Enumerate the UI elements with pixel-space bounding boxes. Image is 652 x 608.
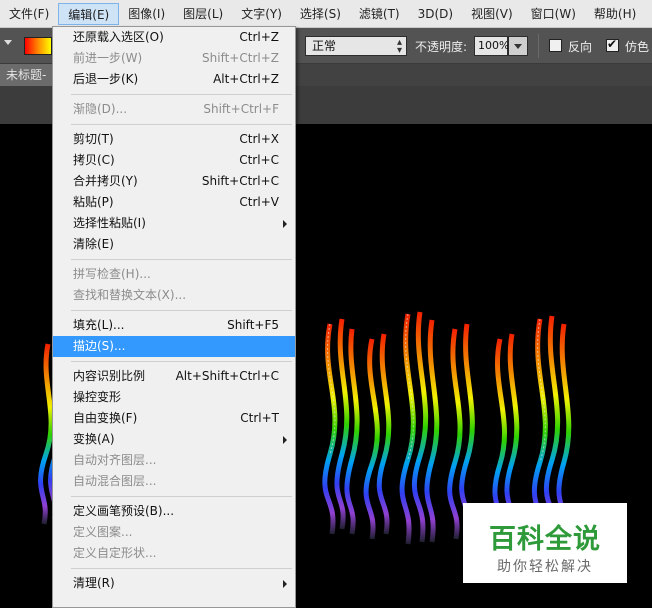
- menu-item-label: 操控变形: [73, 390, 122, 404]
- menubar-item[interactable]: 选择(S): [291, 3, 350, 25]
- menu-item[interactable]: 剪切(T) Ctrl+X: [53, 129, 295, 150]
- menu-item-label: 剪切(T): [73, 132, 114, 146]
- menubar-item[interactable]: 文件(F): [0, 3, 58, 25]
- watermark: 百科全说 助你轻松解决: [463, 503, 627, 583]
- menu-divider: [53, 255, 295, 264]
- menu-item[interactable]: 操控变形: [53, 387, 295, 408]
- edit-menu-dropdown: 还原载入选区(O) Ctrl+Z 前进一步(W) Shift+Ctrl+Z 后退一步(K…: [52, 26, 296, 608]
- opacity-input[interactable]: 100%: [474, 36, 509, 56]
- submenu-arrow-icon: [283, 580, 287, 588]
- menu-divider: [53, 120, 295, 129]
- menu-item[interactable]: 拷贝(C) Ctrl+C: [53, 150, 295, 171]
- menu-item[interactable]: 变换(A): [53, 429, 295, 450]
- menu-item-shortcut: Ctrl+C: [239, 153, 279, 167]
- menubar-item[interactable]: 图像(I): [119, 3, 174, 25]
- menu-item-label: 清除(E): [73, 237, 114, 251]
- menu-item-label: 粘贴(P): [73, 195, 114, 209]
- menu-divider: [53, 306, 295, 315]
- menubar-item[interactable]: 滤镜(T): [350, 3, 409, 25]
- menu-item-shortcut: Ctrl+T: [240, 411, 279, 425]
- menu-item-label: 定义画笔预设(B)...: [73, 504, 175, 518]
- menubar-item[interactable]: 图层(L): [174, 3, 232, 25]
- updown-icon: ▴ ▾: [396, 37, 402, 56]
- menu-item-label: 拷贝(C): [73, 153, 115, 167]
- menu-item-label: 定义图案...: [73, 525, 133, 539]
- menu-item: 自动混合图层...: [53, 471, 295, 492]
- menu-item-shortcut: Shift+Ctrl+C: [201, 174, 279, 188]
- menu-item-shortcut: Alt+Shift+Ctrl+C: [175, 369, 279, 383]
- menubar-item[interactable]: 窗口(W): [522, 3, 585, 25]
- menu-item: 拼写检查(H)...: [53, 264, 295, 285]
- menu-bar: 文件(F) 编辑(E) 图像(I) 图层(L) 文字(Y) 选择(S) 滤镜(T) 3D(D)…: [0, 0, 652, 28]
- menu-item[interactable]: 清理(R): [53, 573, 295, 594]
- menu-item[interactable]: 粘贴(P) Ctrl+V: [53, 192, 295, 213]
- menu-item-label: 自动混合图层...: [73, 474, 157, 488]
- submenu-arrow-icon: [283, 436, 287, 444]
- menu-item[interactable]: 定义画笔预设(B)...: [53, 501, 295, 522]
- menu-divider: [53, 564, 295, 573]
- menu-item: 前进一步(W) Shift+Ctrl+Z: [53, 48, 295, 69]
- menu-item-label: 描边(S)...: [73, 339, 126, 353]
- reverse-label: 反向: [568, 40, 593, 54]
- menu-item-shortcut: Alt+Ctrl+Z: [213, 72, 279, 86]
- dither-label: 仿色: [625, 40, 650, 54]
- menu-item[interactable]: 填充(L)... Shift+F5: [53, 315, 295, 336]
- menu-item[interactable]: 后退一步(K) Alt+Ctrl+Z: [53, 69, 295, 90]
- menu-item-label: 变换(A): [73, 432, 115, 446]
- menu-item-label: 填充(L)...: [73, 318, 125, 332]
- menubar-item[interactable]: 帮助(H): [585, 3, 645, 25]
- menu-item[interactable]: 内容识别比例 Alt+Shift+Ctrl+C: [53, 366, 295, 387]
- watermark-subtitle: 助你轻松解决: [497, 559, 593, 575]
- menu-item[interactable]: 描边(S)...: [53, 336, 295, 357]
- menu-item-label: 清理(R): [73, 576, 115, 590]
- menu-item-shortcut: Shift+F5: [227, 318, 279, 332]
- menu-item-label: 还原载入选区(O): [73, 30, 164, 44]
- opacity-dropdown-button[interactable]: [508, 36, 528, 56]
- menu-item-shortcut: Ctrl+Z: [239, 30, 279, 44]
- menu-divider: [53, 492, 295, 501]
- menu-divider: [53, 90, 295, 99]
- menubar-item[interactable]: 视图(V): [462, 3, 522, 25]
- opacity-label: 不透明度:: [415, 40, 468, 54]
- submenu-arrow-icon: [283, 220, 287, 228]
- menu-item[interactable]: 选择性粘贴(I): [53, 213, 295, 234]
- menu-item-shortcut: Ctrl+V: [239, 195, 279, 209]
- dither-checkbox[interactable]: [606, 37, 619, 52]
- blend-mode-select[interactable]: 正常 ▴ ▾: [305, 36, 407, 56]
- menu-item: 查找和替换文本(X)...: [53, 285, 295, 306]
- divider: [538, 34, 539, 58]
- menu-item: 自动对齐图层...: [53, 450, 295, 471]
- blend-mode-value: 正常: [312, 39, 337, 53]
- document-tab[interactable]: 未标题-: [0, 64, 55, 86]
- menu-item-label: 前进一步(W): [73, 51, 143, 65]
- gradient-swatch[interactable]: [24, 37, 52, 55]
- menu-item-label: 内容识别比例: [73, 369, 146, 383]
- menu-item[interactable]: 还原载入选区(O) Ctrl+Z: [53, 27, 295, 48]
- menu-item-label: 自由变换(F): [73, 411, 138, 425]
- menu-item-label: 选择性粘贴(I): [73, 216, 146, 230]
- menu-item[interactable]: 合并拷贝(Y) Shift+Ctrl+C: [53, 171, 295, 192]
- menu-item[interactable]: 清除(E): [53, 234, 295, 255]
- menu-item-label: 自动对齐图层...: [73, 453, 157, 467]
- menu-item: 定义自定形状...: [53, 543, 295, 564]
- menu-item[interactable]: 自由变换(F) Ctrl+T: [53, 408, 295, 429]
- menu-item-shortcut: Shift+Ctrl+F: [203, 102, 279, 116]
- menu-item-label: 查找和替换文本(X)...: [73, 288, 187, 302]
- menubar-item[interactable]: 文字(Y): [232, 3, 291, 25]
- menu-divider: [53, 357, 295, 366]
- menu-item-label: 合并拷贝(Y): [73, 174, 138, 188]
- menu-item-label: 渐隐(D)...: [73, 102, 128, 116]
- menu-item: 渐隐(D)... Shift+Ctrl+F: [53, 99, 295, 120]
- menu-item: 定义图案...: [53, 522, 295, 543]
- menu-item-shortcut: Shift+Ctrl+Z: [202, 51, 279, 65]
- menu-item-label: 拼写检查(H)...: [73, 267, 151, 281]
- watermark-title: 百科全说: [489, 524, 601, 555]
- tool-preset-dropdown-icon[interactable]: [4, 40, 12, 45]
- menu-item-label: 后退一步(K): [73, 72, 139, 86]
- reverse-checkbox[interactable]: [549, 39, 562, 52]
- menu-item-shortcut: Ctrl+X: [239, 132, 279, 146]
- menubar-item[interactable]: 3D(D): [409, 3, 462, 25]
- menubar-item[interactable]: 编辑(E): [58, 2, 120, 25]
- menu-item-label: 定义自定形状...: [73, 546, 157, 560]
